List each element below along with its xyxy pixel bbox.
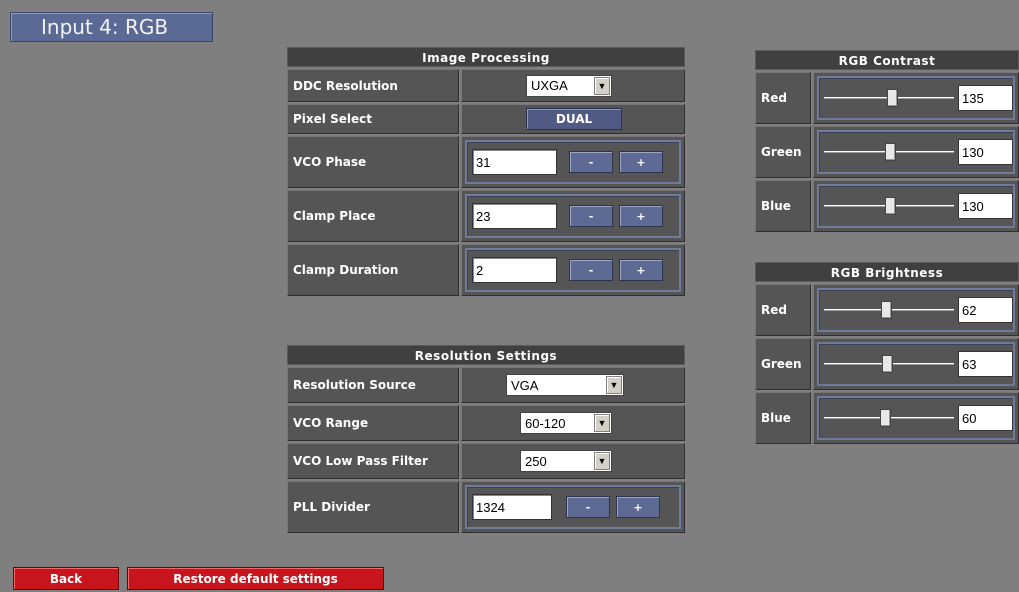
rgb-brightness-channels: Red 62 Green 63 Blue 60 (755, 284, 1019, 444)
vco-range-row: VCO Range 60-120 ▼ (287, 405, 685, 441)
clamp-duration-plus-button[interactable]: + (619, 259, 663, 281)
vco-phase-label: VCO Phase (287, 136, 459, 188)
brightness-value-green[interactable]: 63 (958, 351, 1013, 377)
clamp-place-label: Clamp Place (287, 190, 459, 242)
clamp-duration-label: Clamp Duration (287, 244, 459, 296)
vco-low-pass-filter-label: VCO Low Pass Filter (287, 443, 459, 479)
clamp-duration-input[interactable]: 2 (472, 257, 557, 283)
contrast-row-red: Red 135 (755, 72, 1019, 124)
resolution-source-value: VGA (511, 377, 539, 393)
brightness-row-blue: Blue 60 (755, 392, 1019, 444)
clamp-duration-row: Clamp Duration 2 - + (287, 244, 685, 296)
resolution-settings-panel: Resolution Settings Resolution Source VG… (287, 345, 685, 533)
slider-thumb[interactable] (882, 355, 893, 373)
contrast-value-green[interactable]: 130 (958, 139, 1013, 165)
rgb-brightness-header: RGB Brightness (755, 262, 1019, 282)
pixel-select-row: Pixel Select DUAL (287, 104, 685, 134)
pll-divider-input[interactable]: 1324 (472, 494, 552, 520)
pll-divider-plus-button[interactable]: + (616, 496, 660, 518)
clamp-place-row: Clamp Place 23 - + (287, 190, 685, 242)
contrast-slider-blue[interactable] (824, 195, 954, 217)
resolution-source-row: Resolution Source VGA ▼ (287, 367, 685, 403)
resolution-source-select[interactable]: VGA ▼ (506, 374, 624, 396)
clamp-place-input[interactable]: 23 (472, 203, 557, 229)
vco-range-label: VCO Range (287, 405, 459, 441)
pixel-select-button[interactable]: DUAL (526, 108, 622, 130)
brightness-slider-blue[interactable] (824, 407, 954, 429)
restore-defaults-button[interactable]: Restore default settings (127, 567, 384, 590)
clamp-place-minus-button[interactable]: - (569, 205, 613, 227)
contrast-slider-green[interactable] (824, 141, 954, 163)
slider-thumb[interactable] (887, 89, 898, 107)
pll-divider-row: PLL Divider 1324 - + (287, 481, 685, 533)
vco-low-pass-filter-select[interactable]: 250 ▼ (520, 450, 612, 472)
image-processing-panel: Image Processing DDC Resolution UXGA ▼ P… (287, 47, 685, 296)
pll-divider-label: PLL Divider (287, 481, 459, 533)
ddc-resolution-select[interactable]: UXGA ▼ (526, 74, 612, 97)
resolution-settings-header: Resolution Settings (287, 345, 685, 365)
brightness-slider-red[interactable] (824, 299, 954, 321)
brightness-slider-green[interactable] (824, 353, 954, 375)
image-processing-header: Image Processing (287, 47, 685, 67)
contrast-label-red: Red (755, 72, 811, 124)
slider-thumb[interactable] (881, 301, 892, 319)
slider-thumb[interactable] (885, 197, 896, 215)
contrast-label-green: Green (755, 126, 811, 178)
chevron-down-icon[interactable]: ▼ (594, 452, 610, 470)
brightness-label-blue: Blue (755, 392, 811, 444)
ddc-resolution-value: UXGA (531, 78, 568, 93)
brightness-label-green: Green (755, 338, 811, 390)
vco-low-pass-filter-value: 250 (525, 453, 547, 469)
slider-thumb[interactable] (885, 143, 896, 161)
vco-range-select[interactable]: 60-120 ▼ (520, 412, 612, 434)
ddc-resolution-row: DDC Resolution UXGA ▼ (287, 69, 685, 102)
rgb-brightness-panel: RGB Brightness Red 62 Green 63 Blue 60 (755, 262, 1019, 444)
rgb-contrast-header: RGB Contrast (755, 50, 1019, 70)
contrast-value-blue[interactable]: 130 (958, 193, 1013, 219)
pll-divider-minus-button[interactable]: - (566, 496, 610, 518)
brightness-row-red: Red 62 (755, 284, 1019, 336)
resolution-source-label: Resolution Source (287, 367, 459, 403)
page-title: Input 4: RGB (10, 12, 213, 42)
brightness-label-red: Red (755, 284, 811, 336)
rgb-contrast-channels: Red 135 Green 130 Blue 130 (755, 72, 1019, 232)
contrast-label-blue: Blue (755, 180, 811, 232)
chevron-down-icon[interactable]: ▼ (594, 76, 610, 95)
contrast-row-green: Green 130 (755, 126, 1019, 178)
brightness-value-blue[interactable]: 60 (958, 405, 1013, 431)
brightness-row-green: Green 63 (755, 338, 1019, 390)
contrast-row-blue: Blue 130 (755, 180, 1019, 232)
vco-phase-minus-button[interactable]: - (569, 151, 613, 173)
chevron-down-icon[interactable]: ▼ (594, 414, 610, 432)
contrast-slider-red[interactable] (824, 87, 954, 109)
pixel-select-label: Pixel Select (287, 104, 459, 134)
vco-low-pass-filter-row: VCO Low Pass Filter 250 ▼ (287, 443, 685, 479)
vco-phase-row: VCO Phase 31 - + (287, 136, 685, 188)
back-button[interactable]: Back (13, 567, 119, 590)
slider-thumb[interactable] (880, 409, 891, 427)
chevron-down-icon[interactable]: ▼ (606, 376, 622, 394)
clamp-place-plus-button[interactable]: + (619, 205, 663, 227)
clamp-duration-minus-button[interactable]: - (569, 259, 613, 281)
ddc-resolution-label: DDC Resolution (287, 69, 459, 102)
rgb-contrast-panel: RGB Contrast Red 135 Green 130 Blue 130 (755, 50, 1019, 232)
vco-phase-input[interactable]: 31 (472, 149, 557, 175)
contrast-value-red[interactable]: 135 (958, 85, 1013, 111)
brightness-value-red[interactable]: 62 (958, 297, 1013, 323)
vco-range-value: 60-120 (525, 415, 566, 431)
vco-phase-plus-button[interactable]: + (619, 151, 663, 173)
